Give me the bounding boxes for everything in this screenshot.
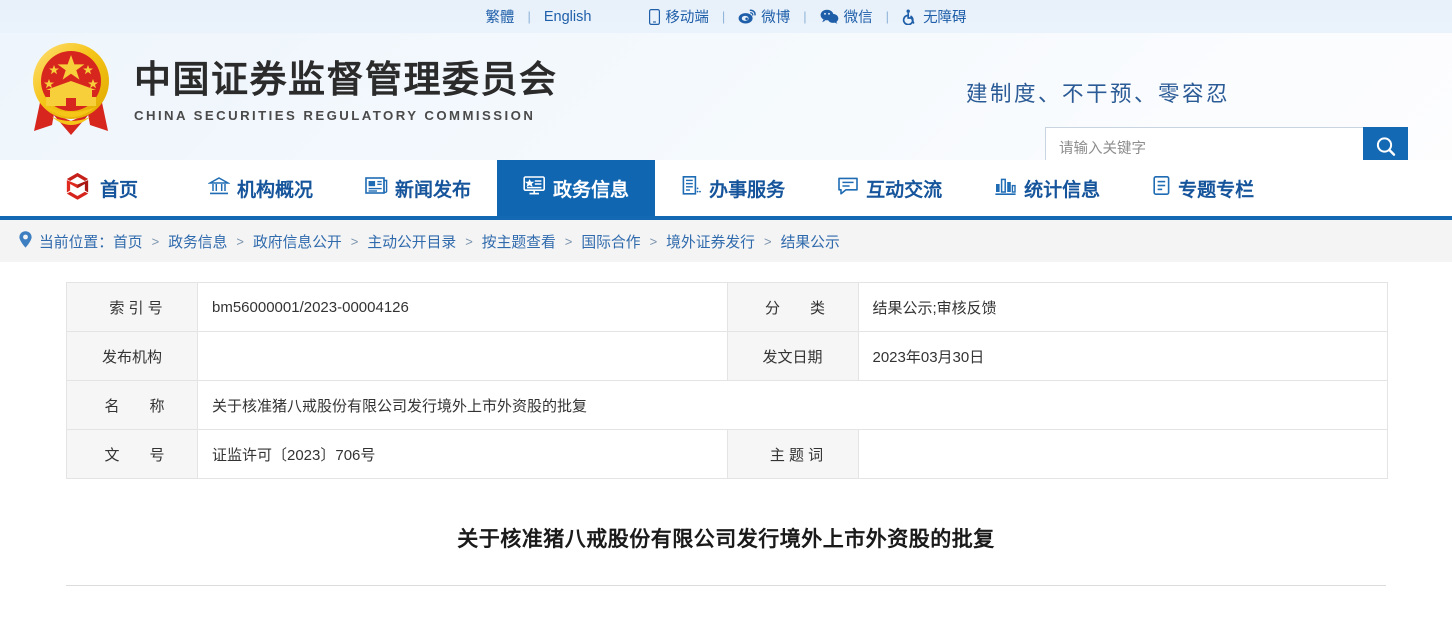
nav-item-special-columns-label: 专题专栏 xyxy=(1178,175,1254,202)
meta-label-issuing-agency: 发布机构 xyxy=(67,332,198,381)
top-utility-bar: 繁體 | English 移动端 | xyxy=(0,0,1452,33)
breadcrumb-label: 当前位置： xyxy=(39,231,113,252)
separator: | xyxy=(722,9,725,24)
lang-link-traditional[interactable]: 繁體 xyxy=(485,6,514,27)
language-switcher: 繁體 | English xyxy=(485,6,591,27)
nav-item-news-label: 新闻发布 xyxy=(395,175,471,202)
nav-item-special-columns[interactable]: 专题专栏 xyxy=(1126,160,1280,216)
breadcrumb-item-5[interactable]: 国际合作 xyxy=(581,231,640,252)
table-row: 发布机构 发文日期 2023年03月30日 xyxy=(67,332,1388,381)
breadcrumb-item-1[interactable]: 政务信息 xyxy=(168,231,227,252)
main-navigation: 首页 机构概况 xyxy=(0,160,1452,220)
channel-link-accessibility[interactable]: 无障碍 xyxy=(902,6,967,27)
breadcrumb-item-4[interactable]: 按主题查看 xyxy=(482,231,556,252)
document-title: 关于核准猪八戒股份有限公司发行境外上市外资股的批复 xyxy=(0,479,1452,553)
bank-icon xyxy=(208,175,230,202)
breadcrumb-separator: > xyxy=(152,234,160,249)
meta-label-name: 名 称 xyxy=(67,381,198,430)
search-icon xyxy=(1374,135,1398,162)
channel-link-wechat-label: 微信 xyxy=(844,6,873,27)
breadcrumb-separator: > xyxy=(351,234,359,249)
breadcrumb-item-3[interactable]: 主动公开目录 xyxy=(367,231,456,252)
monitor-icon xyxy=(523,175,546,201)
document-meta-table-wrapper: 索 引 号 bm56000001/2023-00004126 分 类 结果公示;… xyxy=(0,262,1452,479)
breadcrumb-item-7[interactable]: 结果公示 xyxy=(781,231,840,252)
table-row: 文 号 证监许可〔2023〕706号 主 题 词 xyxy=(67,430,1388,479)
lang-link-english-label: English xyxy=(544,9,592,25)
separator: | xyxy=(803,9,806,24)
breadcrumb-separator: > xyxy=(650,234,658,249)
channel-link-weibo[interactable]: 微博 xyxy=(738,6,790,27)
channel-link-weibo-label: 微博 xyxy=(761,6,790,27)
nav-item-statistics-label: 统计信息 xyxy=(1024,175,1100,202)
meta-value-category: 结果公示;审核反馈 xyxy=(858,283,1388,332)
meta-value-issuing-agency xyxy=(198,332,728,381)
breadcrumb-item-2[interactable]: 政府信息公开 xyxy=(253,231,342,252)
breadcrumb-separator: > xyxy=(565,234,573,249)
file-lines-icon xyxy=(1152,175,1171,201)
channel-link-wechat[interactable]: 微信 xyxy=(820,6,873,27)
meta-label-index-number: 索 引 号 xyxy=(67,283,198,332)
meta-value-name: 关于核准猪八戒股份有限公司发行境外上市外资股的批复 xyxy=(198,381,1388,430)
document-divider xyxy=(66,585,1386,586)
location-pin-icon xyxy=(18,230,33,253)
csrc-logo-icon xyxy=(62,170,93,206)
national-emblem-icon xyxy=(22,35,120,141)
weibo-icon xyxy=(738,9,756,24)
nav-item-government-affairs[interactable]: 政务信息 xyxy=(497,160,655,216)
newspaper-icon xyxy=(365,175,388,201)
site-brand[interactable]: 中国证券监督管理委员会 CHINA SECURITIES REGULATORY … xyxy=(22,35,558,141)
nav-item-statistics[interactable]: 统计信息 xyxy=(968,160,1126,216)
nav-item-institution-overview[interactable]: 机构概况 xyxy=(182,160,339,216)
site-title-en: CHINA SECURITIES REGULATORY COMMISSION xyxy=(134,108,558,123)
chat-bubble-icon xyxy=(837,176,859,201)
site-header: 中国证券监督管理委员会 CHINA SECURITIES REGULATORY … xyxy=(0,33,1452,160)
lang-link-english[interactable]: English xyxy=(544,9,592,25)
nav-item-home[interactable]: 首页 xyxy=(32,160,182,216)
breadcrumb-separator: > xyxy=(764,234,772,249)
breadcrumb-bar: 当前位置： 首页 > 政务信息 > 政府信息公开 > 主动公开目录 > 按主题查… xyxy=(0,220,1452,262)
nav-item-government-affairs-label: 政务信息 xyxy=(553,175,629,202)
meta-label-subject-terms: 主 题 词 xyxy=(727,430,858,479)
channel-link-accessibility-label: 无障碍 xyxy=(923,6,967,27)
accessibility-icon xyxy=(902,9,918,25)
separator: | xyxy=(886,9,889,24)
nav-item-news[interactable]: 新闻发布 xyxy=(339,160,497,216)
nav-item-services[interactable]: 办事服务 xyxy=(655,160,811,216)
nav-item-institution-overview-label: 机构概况 xyxy=(237,175,313,202)
document-list-icon xyxy=(681,175,702,201)
breadcrumb-separator: > xyxy=(465,234,473,249)
table-row: 名 称 关于核准猪八戒股份有限公司发行境外上市外资股的批复 xyxy=(67,381,1388,430)
meta-value-subject-terms xyxy=(858,430,1388,479)
channel-link-mobile-label: 移动端 xyxy=(665,6,709,27)
table-row: 索 引 号 bm56000001/2023-00004126 分 类 结果公示;… xyxy=(67,283,1388,332)
breadcrumb: 当前位置： 首页 > 政务信息 > 政府信息公开 > 主动公开目录 > 按主题查… xyxy=(18,230,840,253)
meta-value-publish-date: 2023年03月30日 xyxy=(858,332,1388,381)
meta-label-category: 分 类 xyxy=(727,283,858,332)
breadcrumb-item-6[interactable]: 境外证券发行 xyxy=(666,231,755,252)
meta-label-publish-date: 发文日期 xyxy=(727,332,858,381)
wechat-icon xyxy=(820,9,839,24)
nav-item-interaction[interactable]: 互动交流 xyxy=(811,160,968,216)
site-slogan: 建制度、不干预、零容忍 xyxy=(966,77,1230,108)
channel-link-mobile[interactable]: 移动端 xyxy=(649,6,709,27)
document-meta-table: 索 引 号 bm56000001/2023-00004126 分 类 结果公示;… xyxy=(66,282,1388,479)
site-title-block: 中国证券监督管理委员会 CHINA SECURITIES REGULATORY … xyxy=(134,53,558,124)
mobile-icon xyxy=(649,9,660,25)
meta-label-document-number: 文 号 xyxy=(67,430,198,479)
breadcrumb-item-0[interactable]: 首页 xyxy=(113,231,143,252)
nav-item-interaction-label: 互动交流 xyxy=(866,175,942,202)
meta-value-document-number: 证监许可〔2023〕706号 xyxy=(198,430,728,479)
page-content: 索 引 号 bm56000001/2023-00004126 分 类 结果公示;… xyxy=(0,262,1452,641)
lang-link-traditional-label: 繁體 xyxy=(485,6,514,27)
bar-chart-icon xyxy=(994,176,1017,201)
breadcrumb-separator: > xyxy=(236,234,244,249)
nav-item-services-label: 办事服务 xyxy=(709,175,785,202)
meta-value-index-number: bm56000001/2023-00004126 xyxy=(198,283,728,332)
separator: | xyxy=(527,9,530,24)
channel-links: 移动端 | 微博 | xyxy=(649,6,966,27)
site-title-cn: 中国证券监督管理委员会 xyxy=(134,59,558,102)
nav-item-home-label: 首页 xyxy=(100,175,138,202)
